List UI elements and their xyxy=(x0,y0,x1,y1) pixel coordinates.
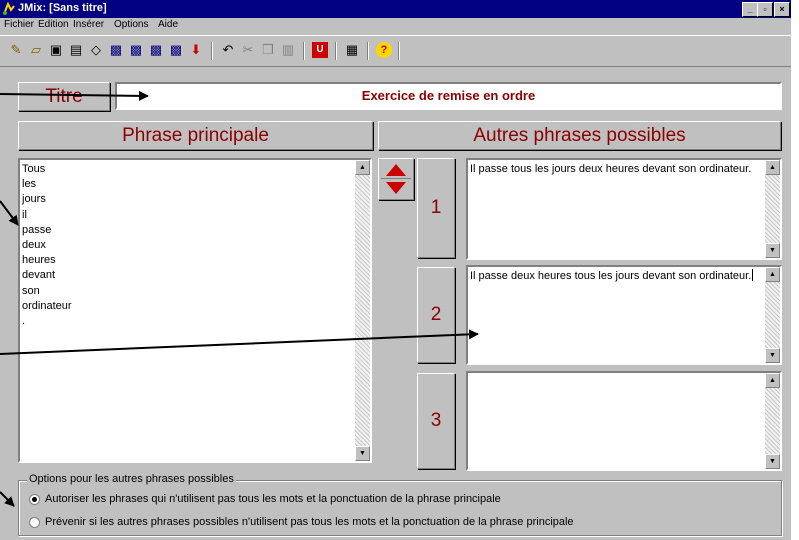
application-window: JMix: [Sans titre] _ ▫ × Fichier Edition… xyxy=(0,0,791,540)
export-web-4-icon[interactable]: ▩ xyxy=(168,42,184,58)
alternative-3-scrollbar[interactable]: ▲ ▼ xyxy=(765,373,780,469)
alternative-1-text: Il passe tous les jours deux heures deva… xyxy=(470,163,752,175)
option-warn-label[interactable]: Prévenir si les autres phrases possibles… xyxy=(45,516,574,528)
toolbar-separator xyxy=(398,42,400,60)
save-icon[interactable]: ▣ xyxy=(48,42,64,58)
unicode-icon[interactable]: U xyxy=(312,42,328,58)
alternative-2-value: Il passe deux heures tous les jours deva… xyxy=(470,270,752,282)
alternative-1-scrollbar[interactable]: ▲ ▼ xyxy=(765,160,780,258)
keyboard-icon[interactable]: ▦ xyxy=(344,42,360,58)
copy-icon[interactable]: ❐ xyxy=(260,42,276,58)
save-as-icon[interactable]: ▤ xyxy=(68,42,84,58)
menu-bar: Fichier Edition Insérer Options Aide xyxy=(0,18,791,34)
scroll-up-icon[interactable]: ▲ xyxy=(765,267,780,282)
main-sentence-textarea[interactable]: Tous les jours il passe deux heures deva… xyxy=(18,158,372,463)
restore-button[interactable]: ▫ xyxy=(757,2,773,17)
down-arrow-icon[interactable]: ⬇ xyxy=(188,42,204,58)
menu-inserer[interactable]: Insérer xyxy=(73,19,104,30)
export-web-1-icon[interactable]: ▩ xyxy=(108,42,124,58)
jmix-app-icon xyxy=(3,2,15,15)
eraser-icon[interactable]: ◇ xyxy=(88,42,104,58)
open-folder-icon[interactable]: ▱ xyxy=(28,42,44,58)
export-web-3-icon[interactable]: ▩ xyxy=(148,42,164,58)
options-groupbox: Options pour les autres phrases possible… xyxy=(18,473,782,536)
alternative-2-button[interactable]: 2 xyxy=(417,267,455,363)
title-input[interactable]: Exercice de remise en ordre xyxy=(115,82,782,110)
cut-icon[interactable]: ✂ xyxy=(240,42,256,58)
option-warn-radio[interactable] xyxy=(29,517,40,528)
options-legend: Options pour les autres phrases possible… xyxy=(27,473,236,485)
help-icon[interactable]: ? xyxy=(376,42,392,58)
main-sentence-scrollbar[interactable]: ▲ ▼ xyxy=(355,160,370,461)
scroll-up-icon[interactable]: ▲ xyxy=(765,160,780,175)
toolbar-separator xyxy=(367,42,369,60)
alternative-2-scrollbar[interactable]: ▲ ▼ xyxy=(765,267,780,363)
menu-options[interactable]: Options xyxy=(114,19,148,30)
undo-icon[interactable]: ↶ xyxy=(220,42,236,58)
title-label: Titre xyxy=(18,82,110,111)
toolbar-separator xyxy=(303,42,305,60)
alternative-2-textarea[interactable]: Il passe deux heures tous les jours deva… xyxy=(466,265,782,365)
alternatives-header: Autres phrases possibles xyxy=(378,121,781,150)
alternative-3-button[interactable]: 3 xyxy=(417,373,455,469)
toolbar-separator xyxy=(211,42,213,60)
scroll-down-icon[interactable]: ▼ xyxy=(765,454,780,469)
move-divider xyxy=(381,178,411,179)
toolbar-separator xyxy=(335,42,337,60)
window-title: JMix: [Sans titre] xyxy=(18,2,107,14)
alternative-1-button[interactable]: 1 xyxy=(417,158,455,258)
alternative-1-textarea[interactable]: Il passe tous les jours deux heures deva… xyxy=(466,158,782,260)
option-allow-label[interactable]: Autoriser les phrases qui n'utilisent pa… xyxy=(45,493,501,505)
main-sentence-header: Phrase principale xyxy=(18,121,373,150)
scroll-down-icon[interactable]: ▼ xyxy=(765,348,780,363)
main-sentence-words: Tous les jours il passe deux heures deva… xyxy=(22,163,72,328)
title-bar: JMix: [Sans titre] _ ▫ × xyxy=(0,0,791,18)
option-allow-radio[interactable] xyxy=(29,494,40,505)
alternative-2-text: Il passe deux heures tous les jours deva… xyxy=(470,269,762,284)
scroll-up-icon[interactable]: ▲ xyxy=(765,373,780,388)
toolbar: ✎ ▱ ▣ ▤ ◇ ▩ ▩ ▩ ▩ ⬇ ↶ ✂ ❐ ▥ U ▦ ? xyxy=(0,35,791,67)
move-up-icon[interactable] xyxy=(385,163,407,177)
export-web-2-icon[interactable]: ▩ xyxy=(128,42,144,58)
minimize-button[interactable]: _ xyxy=(742,2,758,17)
scroll-down-icon[interactable]: ▼ xyxy=(765,243,780,258)
new-file-icon[interactable]: ✎ xyxy=(8,42,24,58)
close-button[interactable]: × xyxy=(774,2,790,17)
menu-fichier[interactable]: Fichier xyxy=(4,19,34,30)
menu-edition[interactable]: Edition xyxy=(38,19,69,30)
scroll-down-icon[interactable]: ▼ xyxy=(355,446,370,461)
text-cursor xyxy=(752,269,754,281)
scroll-up-icon[interactable]: ▲ xyxy=(355,160,370,175)
title-input-value: Exercice de remise en ordre xyxy=(361,88,536,103)
move-buttons xyxy=(378,158,414,200)
menu-aide[interactable]: Aide xyxy=(158,19,178,30)
move-down-icon[interactable] xyxy=(385,181,407,195)
radio-selected-dot xyxy=(32,497,37,502)
paste-icon[interactable]: ▥ xyxy=(280,42,296,58)
alternative-3-textarea[interactable]: ▲ ▼ xyxy=(466,371,782,471)
